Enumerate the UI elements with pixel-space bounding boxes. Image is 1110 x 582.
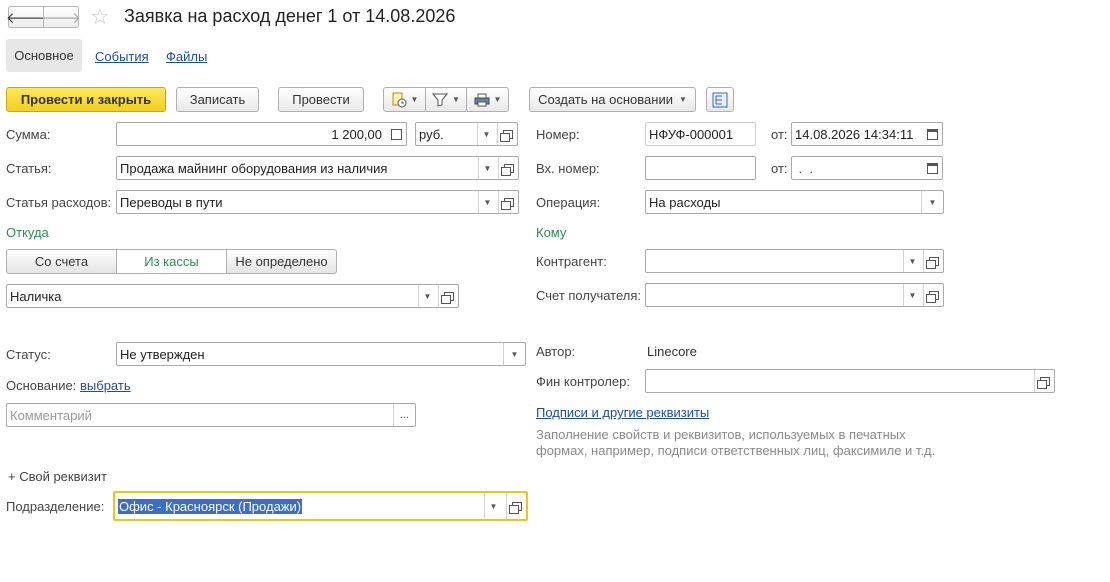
date-input[interactable]: 14.08.2026 14:34:11 [791, 122, 943, 146]
post-button[interactable]: Провести [278, 87, 364, 112]
page-title: Заявка на расход денег 1 от 14.08.2026 [124, 6, 456, 26]
chevron-down-icon[interactable]: ▼ [903, 284, 921, 306]
operation-label: Операция: [536, 195, 601, 210]
cash-desk-value: Наличка [10, 289, 62, 304]
incoming-date-input[interactable]: . . [791, 156, 943, 180]
create-based-on-label: Создать на основании [538, 92, 673, 107]
open-icon[interactable] [438, 285, 458, 307]
department-value: Офис - Красноярск (Продажи) [118, 499, 303, 514]
chevron-down-icon: ▼ [410, 95, 419, 104]
chevron-down-icon[interactable]: ▼ [484, 493, 502, 519]
recipient-account-label: Счет получателя: [536, 288, 642, 303]
open-icon[interactable] [498, 157, 518, 179]
article-label: Статья: [6, 161, 52, 176]
comment-input[interactable]: Комментарий ... [6, 403, 416, 427]
calendar-icon[interactable] [922, 123, 942, 145]
back-button[interactable]: 🡐 [6, 6, 46, 28]
incoming-date-value: . . [795, 161, 814, 176]
open-icon[interactable] [498, 191, 518, 213]
calculator-icon[interactable] [386, 123, 406, 145]
author-label: Автор: [536, 344, 576, 359]
filter-menu-button[interactable]: ▼ [425, 87, 467, 112]
structure-icon [712, 92, 728, 107]
chevron-down-icon[interactable]: ▼ [418, 285, 436, 307]
currency-value: руб. [419, 127, 444, 142]
fin-controller-select[interactable] [645, 369, 1055, 393]
fin-controller-label: Фин контролер: [536, 374, 630, 389]
incoming-date-label: от: [771, 161, 788, 176]
to-group-label: Кому [536, 225, 567, 240]
date-value: 14.08.2026 14:34:11 [795, 127, 914, 142]
date-label: от: [771, 127, 788, 142]
chevron-down-icon[interactable]: ▼ [478, 191, 496, 213]
tab-events[interactable]: События [95, 49, 149, 64]
print-menu-button[interactable]: ▼ [466, 87, 509, 112]
open-icon[interactable] [506, 493, 526, 519]
post-and-close-button[interactable]: Провести и закрыть [6, 87, 166, 112]
filter-icon [432, 93, 449, 107]
signatures-link[interactable]: Подписи и другие реквизиты [536, 405, 709, 420]
chevron-down-icon[interactable]: ▼ [921, 191, 943, 213]
from-undefined-toggle[interactable]: Не определено [226, 249, 337, 274]
from-group-label: Откуда [6, 225, 49, 240]
recipient-account-select[interactable]: ▼ [645, 283, 944, 307]
open-icon[interactable] [923, 250, 943, 272]
create-based-on-button[interactable]: Создать на основании ▼ [529, 87, 696, 112]
expense-article-label: Статья расходов: [6, 195, 112, 210]
sum-value: 1 200,00 [331, 127, 382, 142]
sum-label: Сумма: [6, 127, 51, 142]
operation-value: На расходы [649, 195, 721, 210]
chevron-down-icon: ▼ [493, 95, 502, 104]
arrow-right-icon: 🡒 [40, 9, 82, 27]
from-cash-toggle[interactable]: Из кассы [116, 249, 227, 274]
basis-select-link[interactable]: выбрать [80, 378, 131, 393]
add-attribute-button[interactable]: + Свой реквизит [8, 469, 107, 484]
basis-label: Основание: [6, 378, 77, 393]
star-icon[interactable]: ☆ [90, 4, 110, 30]
number-input[interactable]: НФУФ-000001 [645, 122, 756, 146]
forward-button[interactable]: 🡒 [40, 6, 82, 28]
more-icon[interactable]: ... [393, 404, 415, 426]
status-select[interactable]: Не утвержден ▼ [116, 342, 526, 366]
comment-placeholder: Комментарий [10, 408, 92, 423]
chevron-down-icon[interactable]: ▼ [903, 250, 921, 272]
number-value: НФУФ-000001 [649, 127, 734, 142]
article-value: Продажа майнинг оборудования из наличия [120, 161, 388, 176]
open-icon[interactable] [923, 284, 943, 306]
operation-select[interactable]: На расходы ▼ [645, 190, 944, 214]
counterparty-label: Контрагент: [536, 254, 607, 269]
expense-article-value: Переводы в пути [120, 195, 223, 210]
number-label: Номер: [536, 127, 580, 142]
cash-desk-select[interactable]: Наличка ▼ [6, 284, 459, 308]
department-label: Подразделение: [6, 499, 105, 514]
chevron-down-icon[interactable]: ▼ [503, 343, 525, 365]
currency-select[interactable]: руб. ▼ [415, 122, 518, 146]
status-value: Не утвержден [120, 347, 205, 362]
attachments-menu-button[interactable]: ▼ [383, 87, 426, 112]
signatures-hint: Заполнение свойств и реквизитов, использ… [536, 427, 936, 458]
save-button[interactable]: Записать [176, 87, 259, 112]
printer-icon [474, 93, 490, 106]
chevron-down-icon: ▼ [678, 95, 687, 104]
from-account-toggle[interactable]: Со счета [6, 249, 117, 274]
sum-input[interactable]: 1 200,00 [116, 122, 407, 146]
chevron-down-icon[interactable]: ▼ [478, 157, 496, 179]
tab-files[interactable]: Файлы [166, 49, 207, 64]
incoming-number-input[interactable] [645, 156, 756, 180]
article-select[interactable]: Продажа майнинг оборудования из наличия … [116, 156, 519, 180]
open-icon[interactable] [1034, 370, 1054, 392]
status-label: Статус: [6, 347, 51, 362]
document-clock-icon [392, 92, 407, 107]
expense-article-select[interactable]: Переводы в пути ▼ [116, 190, 519, 214]
author-value: Linecore [647, 344, 697, 359]
open-icon[interactable] [497, 123, 517, 145]
counterparty-select[interactable]: ▼ [645, 249, 944, 273]
department-select[interactable]: Офис - Красноярск (Продажи) ▼ [113, 491, 528, 521]
chevron-down-icon: ▼ [452, 95, 460, 104]
structure-button[interactable] [706, 87, 734, 112]
chevron-down-icon[interactable]: ▼ [477, 123, 495, 145]
tab-main[interactable]: Основное [6, 39, 82, 72]
incoming-number-label: Вх. номер: [536, 161, 600, 176]
calendar-icon[interactable] [922, 157, 942, 179]
